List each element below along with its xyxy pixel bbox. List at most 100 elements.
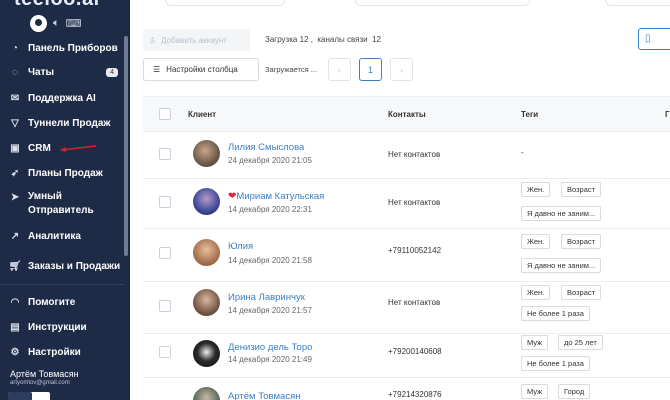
sidebar-item-orders[interactable]: 🛒︎ Заказы и Продажи	[0, 254, 124, 278]
tag[interactable]: Жен.	[521, 182, 551, 197]
select-all-checkbox[interactable]	[159, 108, 171, 120]
sidebar-item-instructions[interactable]: ▤ Инструкции	[0, 315, 124, 339]
tag[interactable]: Возраст	[561, 285, 602, 300]
sound-icon[interactable]: 🔈︎	[53, 17, 60, 30]
tag[interactable]: Не более 1 раза	[521, 306, 590, 321]
user-plus-icon: ♙	[149, 35, 157, 45]
tag[interactable]: Муж	[521, 335, 549, 350]
sidebar-scrollbar[interactable]	[124, 36, 128, 256]
row-checkbox[interactable]	[159, 346, 171, 358]
header-extra: Г	[665, 110, 670, 119]
load-status: Загрузка 12 , каналы связи 12	[265, 35, 381, 44]
client-name[interactable]: Денизио дель Торо	[228, 342, 312, 353]
tag[interactable]: Возраст	[561, 182, 602, 197]
header-client: Клиент	[188, 110, 217, 119]
sidebar-item-label: Умный Отправитель	[28, 191, 94, 216]
keyboard-icon[interactable]: ⌨︎	[66, 17, 82, 30]
tag[interactable]: Город	[558, 384, 591, 399]
sidebar-item-label: Аналитика	[28, 230, 81, 242]
prev-page-button[interactable]: ‹	[328, 58, 351, 81]
client-contact: Нет контактов	[388, 298, 441, 307]
user-name: Артём Товмасян	[10, 369, 79, 379]
sidebar-item-settings[interactable]: ⚙ Настройки	[0, 340, 124, 364]
top-control[interactable]	[165, 0, 285, 6]
column-settings-button[interactable]: ☰ Настройки столбца	[143, 58, 259, 81]
client-name[interactable]: Юлия	[228, 241, 253, 252]
sidebar-item-label: Заказы и Продажи	[28, 260, 121, 272]
client-name-group[interactable]: ❤Мириам Катульская	[228, 191, 324, 202]
client-date: 14 декабря 2020 21:57	[228, 306, 312, 315]
sidebar: teeloo.ai 🔈︎ ⌨︎ ◔ Панель Приборов ◌ Чаты…	[0, 0, 130, 400]
top-control[interactable]	[605, 0, 670, 6]
table-row[interactable]: Денизио дель Торо 14 декабря 2020 21:49 …	[143, 334, 670, 378]
tag[interactable]: Жен.	[521, 285, 551, 300]
user-avatar-icon[interactable]	[30, 15, 47, 32]
client-avatar	[193, 140, 220, 167]
client-date: 14 декабря 2020 22:31	[228, 205, 312, 214]
client-date: 14 декабря 2020 21:58	[228, 256, 312, 265]
table-row[interactable]: Лилия Смыслова 24 декабря 2020 21:05 Нет…	[143, 132, 670, 179]
tag[interactable]: Я давно не заним...	[521, 258, 602, 273]
client-contact: Нет контактов	[388, 150, 441, 159]
row-checkbox[interactable]	[159, 300, 171, 312]
contacts-icon: ▣	[10, 142, 20, 154]
list-icon: ☰	[153, 65, 161, 74]
row-checkbox[interactable]	[159, 148, 171, 160]
sidebar-item-dashboard[interactable]: ◔ Панель Приборов	[0, 36, 124, 60]
client-name: Мириам Катульская	[236, 191, 325, 202]
user-email: artyomtov@gmail.com	[10, 380, 70, 386]
next-page-button[interactable]: ›	[390, 58, 413, 81]
page-number-button[interactable]: 1	[359, 58, 382, 81]
export-icon: ▯	[645, 33, 651, 44]
tag[interactable]: Муж	[521, 384, 549, 399]
add-account-button[interactable]: ♙ Добавить аккаунт	[143, 29, 250, 51]
sidebar-item-label: Инструкции	[28, 321, 87, 333]
sidebar-item-ai-support[interactable]: ✉ Поддержка AI	[0, 86, 124, 110]
chart-icon: ↗	[10, 230, 20, 242]
export-button[interactable]: ▯	[638, 28, 670, 50]
sidebar-item-analytics[interactable]: ↗ Аналитика	[0, 224, 124, 248]
sidebar-item-help[interactable]: ◠ Помогите	[0, 290, 124, 314]
client-avatar	[193, 188, 220, 215]
theme-toggle[interactable]	[8, 392, 50, 400]
table-row[interactable]: Артём Товмасян +79214320876 Муж Город	[143, 378, 670, 400]
tag[interactable]: Я давно не заним...	[521, 206, 602, 221]
sidebar-item-sales-plans[interactable]: ➶ Планы Продаж	[0, 161, 124, 185]
sidebar-item-label: CRM	[28, 142, 51, 154]
sidebar-item-label: Поддержка AI	[28, 92, 96, 104]
header-contacts: Контакты	[388, 110, 426, 119]
table-header: Клиент Контакты Теги Г	[143, 96, 670, 132]
document-icon: ▤	[10, 321, 20, 333]
row-checkbox[interactable]	[159, 196, 171, 208]
add-account-label: Добавить аккаунт	[161, 35, 227, 45]
sidebar-item-sales-funnels[interactable]: ▽ Туннели Продаж	[0, 111, 124, 135]
cart-icon: 🛒︎	[8, 260, 22, 272]
tag[interactable]: до 25 лет	[558, 335, 603, 350]
client-contact: +79110052142	[388, 246, 442, 255]
tag[interactable]: Не более 1 раза	[521, 356, 590, 371]
chat-icon: ◌	[12, 66, 18, 78]
client-avatar	[193, 239, 220, 266]
sidebar-item-label: Панель Приборов	[28, 42, 118, 54]
chats-count-badge: 4	[106, 67, 118, 77]
client-date: 14 декабря 2020 21:49	[228, 355, 312, 364]
gear-icon: ⚙	[10, 346, 20, 358]
client-avatar	[193, 340, 220, 367]
tag[interactable]: Жен.	[521, 234, 551, 249]
sidebar-item-label: Настройки	[28, 346, 81, 358]
table-row[interactable]: Ирина Лавринчук 14 декабря 2020 21:57 Не…	[143, 282, 670, 334]
table-row[interactable]: ❤Мириам Катульская 14 декабря 2020 22:31…	[143, 179, 670, 229]
client-name[interactable]: Лилия Смыслова	[228, 142, 304, 153]
sidebar-item-chats[interactable]: ◌ Чаты 4	[0, 60, 124, 84]
table-row[interactable]: Юлия 14 декабря 2020 21:58 +79110052142 …	[143, 229, 670, 282]
sidebar-item-smart-sender[interactable]: ➤ Умный Отправитель	[0, 188, 124, 220]
sidebar-item-label: Чаты	[28, 66, 55, 78]
tag[interactable]: Возраст	[561, 234, 602, 249]
client-contact: Нет контактов	[388, 198, 441, 207]
top-control[interactable]	[355, 0, 530, 6]
row-checkbox[interactable]	[159, 247, 171, 259]
client-date: 24 декабря 2020 21:05	[228, 156, 312, 165]
client-name[interactable]: Артём Товмасян	[228, 391, 300, 400]
client-name[interactable]: Ирина Лавринчук	[228, 292, 305, 303]
sidebar-toolbar: 🔈︎ ⌨︎	[30, 15, 82, 32]
